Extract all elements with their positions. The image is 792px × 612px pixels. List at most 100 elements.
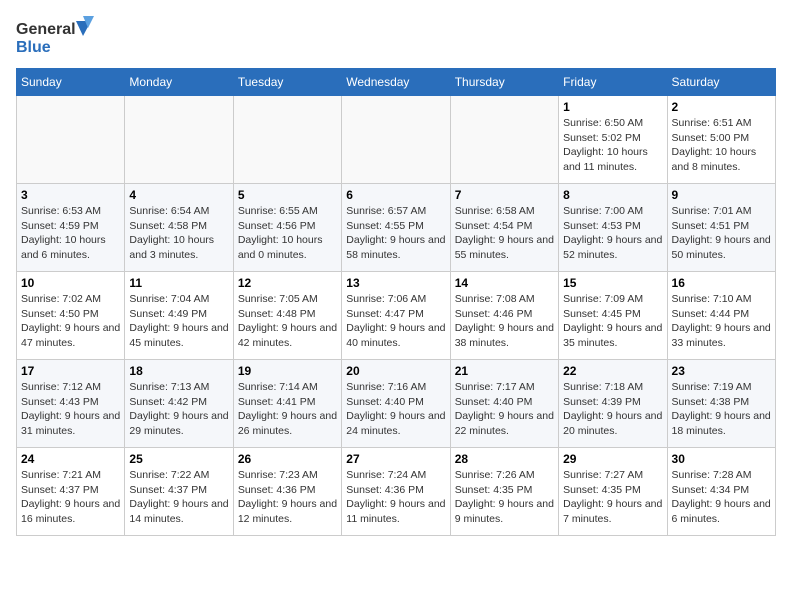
day-cell-9: 9Sunrise: 7:01 AM Sunset: 4:51 PM Daylig… <box>667 184 775 272</box>
weekday-header-tuesday: Tuesday <box>233 69 341 96</box>
day-cell-5: 5 Sunrise: 6:55 AM Sunset: 4:56 PM Daylig… <box>233 184 341 272</box>
day-cell-25: 25Sunrise: 7:22 AM Sunset: 4:37 PM Dayli… <box>125 448 233 536</box>
day-number: 22 <box>563 364 662 378</box>
day-number: 9 <box>672 188 771 202</box>
day-cell-22: 22 Sunrise: 7:18 AM Sunset: 4:39 PM Dayli… <box>559 360 667 448</box>
day-number: 15 <box>563 276 662 290</box>
day-cell-2: 2 Sunrise: 6:51 AM Sunset: 5:00 PM Daylig… <box>667 96 775 184</box>
day-info: Sunrise: 7:09 AM Sunset: 4:45 PM Dayligh… <box>563 292 662 351</box>
empty-cell <box>125 96 233 184</box>
day-info: Sunrise: 7:02 AM Sunset: 4:50 PM Dayligh… <box>21 292 120 351</box>
logo: GeneralBlue <box>16 16 96 56</box>
day-info: Sunrise: 7:16 AM Sunset: 4:40 PM Dayligh… <box>346 380 445 439</box>
day-info: Sunrise: 6:54 AM Sunset: 4:58 PM Dayligh… <box>129 204 228 263</box>
day-cell-27: 27 Sunrise: 7:24 AM Sunset: 4:36 PM Dayli… <box>342 448 450 536</box>
day-cell-15: 15 Sunrise: 7:09 AM Sunset: 4:45 PM Dayli… <box>559 272 667 360</box>
day-number: 30 <box>672 452 771 466</box>
day-number: 25 <box>129 452 228 466</box>
day-info: Sunrise: 6:51 AM Sunset: 5:00 PM Dayligh… <box>672 116 771 175</box>
day-cell-21: 21 Sunrise: 7:17 AM Sunset: 4:40 PM Dayli… <box>450 360 558 448</box>
weekday-header-monday: Monday <box>125 69 233 96</box>
day-info: Sunrise: 7:24 AM Sunset: 4:36 PM Dayligh… <box>346 468 445 527</box>
day-number: 17 <box>21 364 120 378</box>
empty-cell <box>450 96 558 184</box>
weekday-header-thursday: Thursday <box>450 69 558 96</box>
day-number: 10 <box>21 276 120 290</box>
day-number: 21 <box>455 364 554 378</box>
day-info: Sunrise: 6:50 AM Sunset: 5:02 PM Dayligh… <box>563 116 662 175</box>
day-cell-18: 18 Sunrise: 7:13 AM Sunset: 4:42 PM Dayli… <box>125 360 233 448</box>
day-number: 4 <box>129 188 228 202</box>
week-row-2: 3 Sunrise: 6:53 AM Sunset: 4:59 PM Daylig… <box>17 184 776 272</box>
day-info: Sunrise: 7:04 AM Sunset: 4:49 PM Dayligh… <box>129 292 228 351</box>
day-number: 24 <box>21 452 120 466</box>
day-info: Sunrise: 7:17 AM Sunset: 4:40 PM Dayligh… <box>455 380 554 439</box>
day-cell-3: 3 Sunrise: 6:53 AM Sunset: 4:59 PM Daylig… <box>17 184 125 272</box>
day-cell-12: 12Sunrise: 7:05 AM Sunset: 4:48 PM Dayli… <box>233 272 341 360</box>
empty-cell <box>342 96 450 184</box>
calendar-table: SundayMondayTuesdayWednesdayThursdayFrid… <box>16 68 776 536</box>
day-cell-8: 8 Sunrise: 7:00 AM Sunset: 4:53 PM Daylig… <box>559 184 667 272</box>
page-header: GeneralBlue <box>16 16 776 56</box>
day-number: 27 <box>346 452 445 466</box>
weekday-header-wednesday: Wednesday <box>342 69 450 96</box>
day-cell-13: 13Sunrise: 7:06 AM Sunset: 4:47 PM Dayli… <box>342 272 450 360</box>
day-cell-11: 11Sunrise: 7:04 AM Sunset: 4:49 PM Dayli… <box>125 272 233 360</box>
day-number: 23 <box>672 364 771 378</box>
svg-text:General: General <box>16 21 76 38</box>
day-cell-28: 28 Sunrise: 7:26 AM Sunset: 4:35 PM Dayli… <box>450 448 558 536</box>
day-cell-19: 19Sunrise: 7:14 AM Sunset: 4:41 PM Dayli… <box>233 360 341 448</box>
day-number: 6 <box>346 188 445 202</box>
day-number: 26 <box>238 452 337 466</box>
day-info: Sunrise: 7:21 AM Sunset: 4:37 PM Dayligh… <box>21 468 120 527</box>
day-number: 29 <box>563 452 662 466</box>
day-info: Sunrise: 6:57 AM Sunset: 4:55 PM Dayligh… <box>346 204 445 263</box>
day-info: Sunrise: 7:19 AM Sunset: 4:38 PM Dayligh… <box>672 380 771 439</box>
day-info: Sunrise: 7:08 AM Sunset: 4:46 PM Dayligh… <box>455 292 554 351</box>
day-number: 12 <box>238 276 337 290</box>
day-cell-10: 10 Sunrise: 7:02 AM Sunset: 4:50 PM Dayli… <box>17 272 125 360</box>
day-info: Sunrise: 7:13 AM Sunset: 4:42 PM Dayligh… <box>129 380 228 439</box>
day-cell-29: 29 Sunrise: 7:27 AM Sunset: 4:35 PM Dayli… <box>559 448 667 536</box>
day-cell-1: 1 Sunrise: 6:50 AM Sunset: 5:02 PM Daylig… <box>559 96 667 184</box>
day-cell-16: 16 Sunrise: 7:10 AM Sunset: 4:44 PM Dayli… <box>667 272 775 360</box>
day-cell-7: 7 Sunrise: 6:58 AM Sunset: 4:54 PM Daylig… <box>450 184 558 272</box>
day-cell-30: 30 Sunrise: 7:28 AM Sunset: 4:34 PM Dayli… <box>667 448 775 536</box>
day-cell-4: 4 Sunrise: 6:54 AM Sunset: 4:58 PM Daylig… <box>125 184 233 272</box>
empty-cell <box>17 96 125 184</box>
day-cell-20: 20 Sunrise: 7:16 AM Sunset: 4:40 PM Dayli… <box>342 360 450 448</box>
empty-cell <box>233 96 341 184</box>
day-number: 16 <box>672 276 771 290</box>
day-info: Sunrise: 6:53 AM Sunset: 4:59 PM Dayligh… <box>21 204 120 263</box>
day-cell-17: 17Sunrise: 7:12 AM Sunset: 4:43 PM Dayli… <box>17 360 125 448</box>
day-info: Sunrise: 6:58 AM Sunset: 4:54 PM Dayligh… <box>455 204 554 263</box>
day-number: 1 <box>563 100 662 114</box>
day-info: Sunrise: 7:00 AM Sunset: 4:53 PM Dayligh… <box>563 204 662 263</box>
day-cell-23: 23 Sunrise: 7:19 AM Sunset: 4:38 PM Dayli… <box>667 360 775 448</box>
day-number: 2 <box>672 100 771 114</box>
day-number: 18 <box>129 364 228 378</box>
day-number: 8 <box>563 188 662 202</box>
day-info: Sunrise: 7:27 AM Sunset: 4:35 PM Dayligh… <box>563 468 662 527</box>
day-number: 3 <box>21 188 120 202</box>
day-info: Sunrise: 7:10 AM Sunset: 4:44 PM Dayligh… <box>672 292 771 351</box>
day-number: 20 <box>346 364 445 378</box>
svg-text:Blue: Blue <box>16 39 51 56</box>
day-number: 14 <box>455 276 554 290</box>
day-info: Sunrise: 7:23 AM Sunset: 4:36 PM Dayligh… <box>238 468 337 527</box>
day-number: 28 <box>455 452 554 466</box>
day-number: 13 <box>346 276 445 290</box>
weekday-header-saturday: Saturday <box>667 69 775 96</box>
day-info: Sunrise: 7:26 AM Sunset: 4:35 PM Dayligh… <box>455 468 554 527</box>
day-number: 7 <box>455 188 554 202</box>
weekday-header-friday: Friday <box>559 69 667 96</box>
day-info: Sunrise: 7:14 AM Sunset: 4:41 PM Dayligh… <box>238 380 337 439</box>
day-number: 5 <box>238 188 337 202</box>
day-info: Sunrise: 7:28 AM Sunset: 4:34 PM Dayligh… <box>672 468 771 527</box>
day-info: Sunrise: 7:18 AM Sunset: 4:39 PM Dayligh… <box>563 380 662 439</box>
weekday-header-row: SundayMondayTuesdayWednesdayThursdayFrid… <box>17 69 776 96</box>
day-cell-6: 6 Sunrise: 6:57 AM Sunset: 4:55 PM Daylig… <box>342 184 450 272</box>
day-info: Sunrise: 6:55 AM Sunset: 4:56 PM Dayligh… <box>238 204 337 263</box>
day-cell-26: 26 Sunrise: 7:23 AM Sunset: 4:36 PM Dayli… <box>233 448 341 536</box>
weekday-header-sunday: Sunday <box>17 69 125 96</box>
